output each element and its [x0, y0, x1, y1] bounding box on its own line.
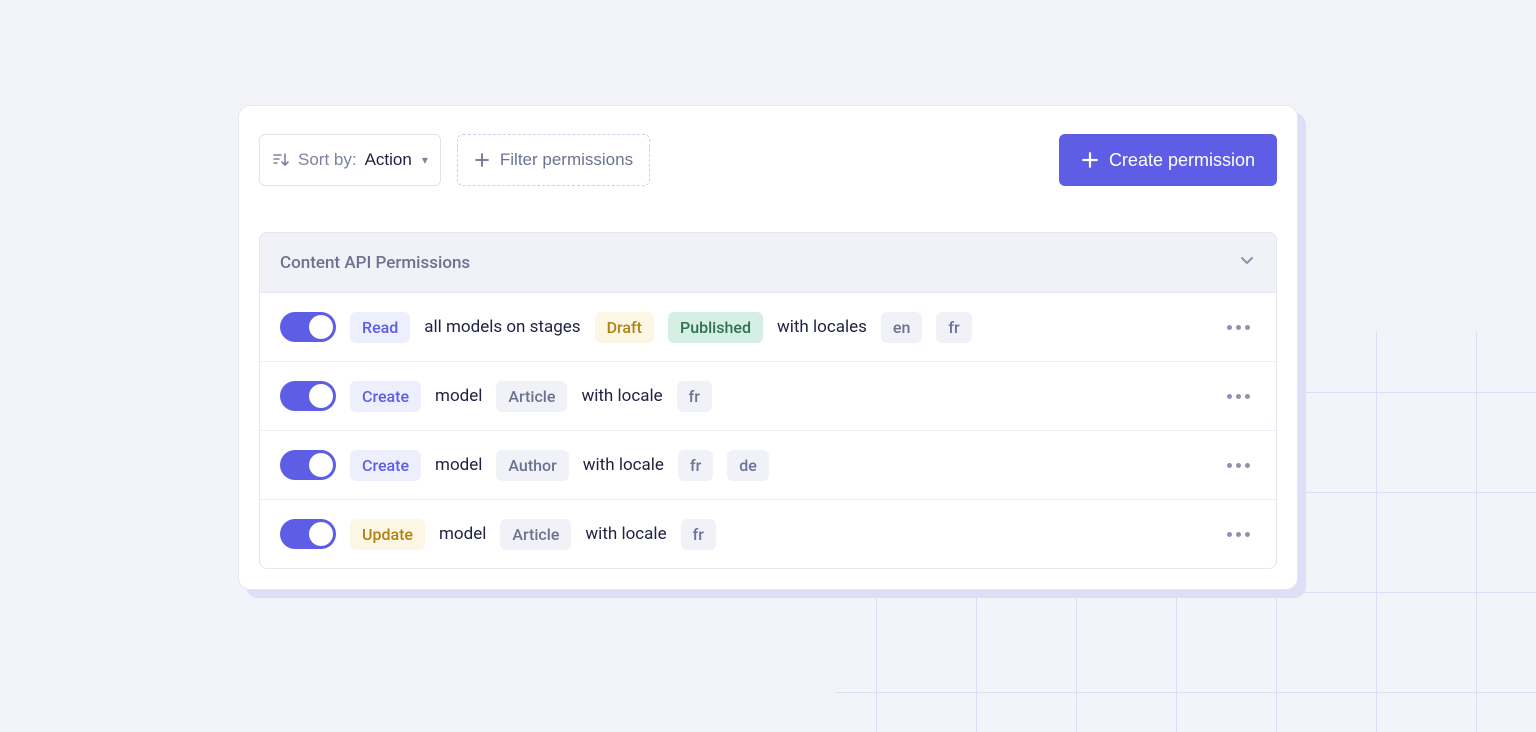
more-button[interactable] [1220, 516, 1256, 552]
row-text: with locales [777, 317, 867, 337]
permissions-card: Sort by: Action ▾ Filter permissions Cre… [238, 105, 1298, 590]
row-text: with locale [585, 524, 666, 544]
sort-button[interactable]: Sort by: Action ▾ [259, 134, 441, 186]
filter-permissions-button[interactable]: Filter permissions [457, 134, 650, 186]
sort-by-label: Sort by: [298, 150, 357, 170]
action-tag: Read [350, 312, 410, 343]
permission-row: Create model Author with locale fr de [260, 431, 1276, 500]
row-text: model [435, 386, 482, 406]
sort-icon [272, 151, 290, 169]
row-text: all models on stages [424, 317, 580, 337]
more-button[interactable] [1220, 447, 1256, 483]
more-button[interactable] [1220, 309, 1256, 345]
caret-down-icon: ▾ [422, 153, 428, 167]
section-header[interactable]: Content API Permissions [260, 233, 1276, 293]
chevron-down-icon [1238, 251, 1256, 274]
locale-tag: fr [936, 312, 971, 343]
model-tag: Article [496, 381, 567, 412]
permission-row: Update model Article with locale fr [260, 500, 1276, 568]
model-tag: Article [500, 519, 571, 550]
create-permission-button[interactable]: Create permission [1059, 134, 1277, 186]
action-tag: Create [350, 450, 421, 481]
stage-tag: Draft [595, 312, 654, 343]
dots-icon [1227, 394, 1250, 399]
create-label: Create permission [1109, 150, 1255, 171]
section-title: Content API Permissions [280, 253, 470, 273]
dots-icon [1227, 325, 1250, 330]
locale-tag: fr [678, 450, 713, 481]
row-text: with locale [583, 455, 664, 475]
enable-toggle[interactable] [280, 450, 336, 480]
dots-icon [1227, 463, 1250, 468]
model-tag: Author [496, 450, 568, 481]
enable-toggle[interactable] [280, 381, 336, 411]
stage-tag: Published [668, 312, 763, 343]
row-text: with locale [581, 386, 662, 406]
action-tag: Create [350, 381, 421, 412]
locale-tag: en [881, 312, 922, 343]
dots-icon [1227, 532, 1250, 537]
locale-tag: fr [677, 381, 712, 412]
filter-label: Filter permissions [500, 150, 633, 170]
enable-toggle[interactable] [280, 312, 336, 342]
locale-tag: fr [681, 519, 716, 550]
enable-toggle[interactable] [280, 519, 336, 549]
plus-icon [474, 152, 490, 168]
sort-by-value: Action [365, 150, 412, 170]
permission-row: Read all models on stages Draft Publishe… [260, 293, 1276, 362]
row-text: model [439, 524, 486, 544]
locale-tag: de [727, 450, 769, 481]
toolbar: Sort by: Action ▾ Filter permissions Cre… [259, 134, 1277, 186]
plus-icon [1081, 151, 1099, 169]
row-text: model [435, 455, 482, 475]
permission-row: Create model Article with locale fr [260, 362, 1276, 431]
more-button[interactable] [1220, 378, 1256, 414]
permissions-section: Content API Permissions Read all models … [259, 232, 1277, 569]
action-tag: Update [350, 519, 425, 550]
